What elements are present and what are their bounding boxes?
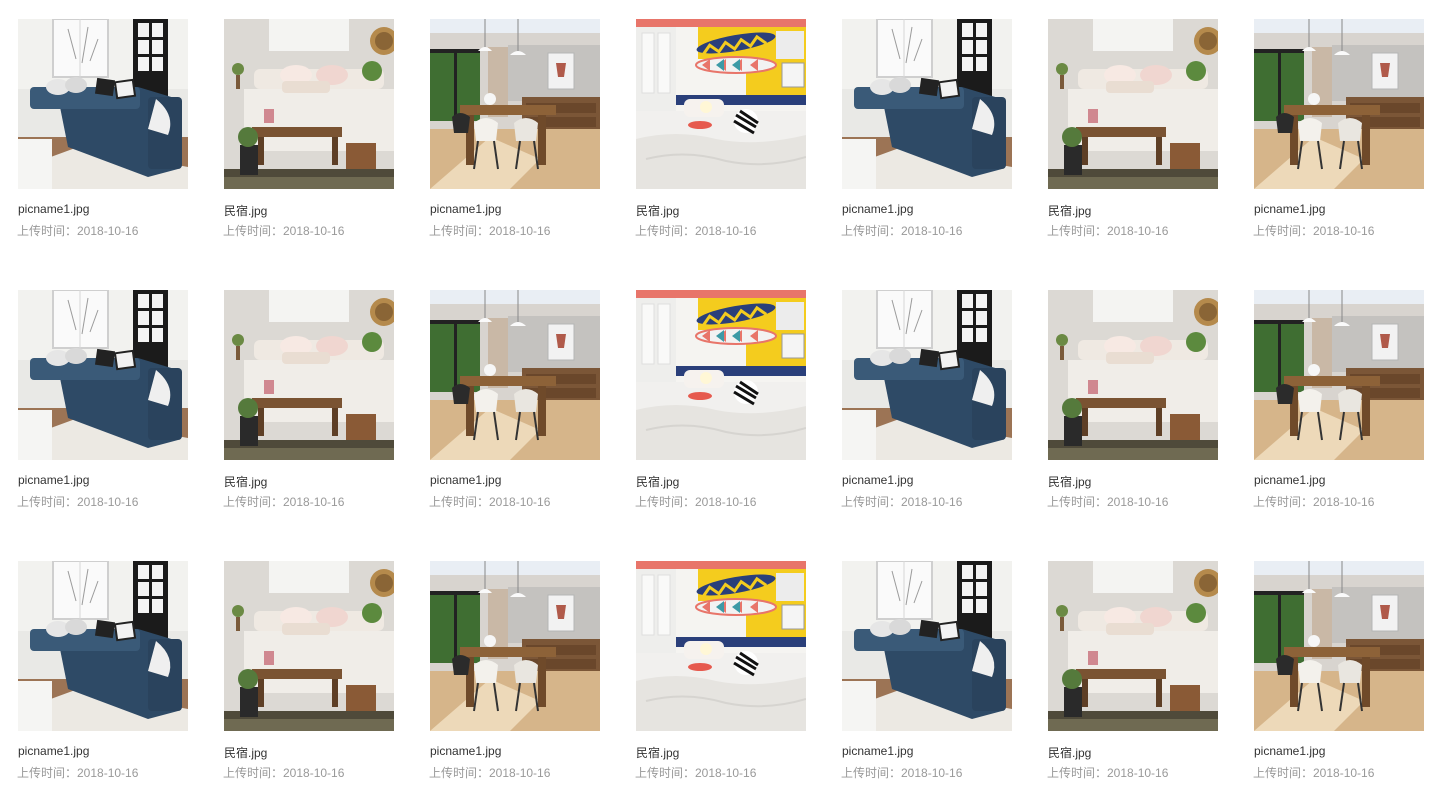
image-card[interactable]: 民宿.jpg 上传时间：2018-10-16 (635, 290, 812, 510)
file-name: picname1.jpg (430, 202, 502, 216)
image-card[interactable]: picname1.jpg 上传时间：2018-10-16 (17, 19, 194, 239)
file-name: picname1.jpg (18, 202, 90, 216)
image-thumbnail[interactable] (1048, 290, 1218, 460)
file-name: picname1.jpg (1254, 473, 1326, 487)
file-name: picname1.jpg (430, 473, 502, 487)
upload-time: 上传时间：2018-10-16 (841, 495, 963, 509)
image-thumbnail[interactable] (636, 561, 806, 731)
upload-time: 上传时间：2018-10-16 (17, 495, 139, 509)
image-thumbnail[interactable] (636, 290, 806, 460)
upload-time: 上传时间：2018-10-16 (429, 766, 551, 780)
file-name: 民宿.jpg (636, 204, 680, 218)
image-thumbnail[interactable] (842, 561, 1012, 731)
image-thumbnail[interactable] (430, 19, 600, 189)
image-card[interactable]: picname1.jpg 上传时间：2018-10-16 (429, 561, 606, 781)
file-name: 民宿.jpg (224, 475, 268, 489)
image-thumbnail[interactable] (1254, 561, 1424, 731)
image-card[interactable]: picname1.jpg 上传时间：2018-10-16 (429, 290, 606, 510)
upload-time: 上传时间：2018-10-16 (429, 495, 551, 509)
image-thumbnail[interactable] (18, 19, 188, 189)
upload-time: 上传时间：2018-10-16 (223, 495, 345, 509)
image-card[interactable]: picname1.jpg 上传时间：2018-10-16 (841, 561, 1018, 781)
upload-time: 上传时间：2018-10-16 (223, 766, 345, 780)
image-card[interactable]: 民宿.jpg 上传时间：2018-10-16 (223, 19, 400, 239)
image-thumbnail[interactable] (430, 290, 600, 460)
image-card[interactable]: picname1.jpg 上传时间：2018-10-16 (841, 19, 1018, 239)
image-card[interactable]: 民宿.jpg 上传时间：2018-10-16 (223, 290, 400, 510)
upload-time: 上传时间：2018-10-16 (841, 766, 963, 780)
image-card[interactable]: picname1.jpg 上传时间：2018-10-16 (429, 19, 606, 239)
upload-time: 上传时间：2018-10-16 (635, 224, 757, 238)
image-thumbnail[interactable] (224, 561, 394, 731)
image-card[interactable]: picname1.jpg 上传时间：2018-10-16 (17, 290, 194, 510)
file-name: 民宿.jpg (636, 475, 680, 489)
image-card[interactable]: 民宿.jpg 上传时间：2018-10-16 (1047, 290, 1224, 510)
upload-time: 上传时间：2018-10-16 (429, 224, 551, 238)
image-thumbnail[interactable] (1254, 19, 1424, 189)
upload-time: 上传时间：2018-10-16 (1253, 224, 1375, 238)
image-card[interactable]: picname1.jpg 上传时间：2018-10-16 (1253, 19, 1430, 239)
upload-time: 上传时间：2018-10-16 (1047, 224, 1169, 238)
image-thumbnail[interactable] (842, 290, 1012, 460)
file-name: picname1.jpg (18, 473, 90, 487)
image-card[interactable]: 民宿.jpg 上传时间：2018-10-16 (1047, 19, 1224, 239)
file-name: picname1.jpg (1254, 202, 1326, 216)
image-card[interactable]: picname1.jpg 上传时间：2018-10-16 (1253, 290, 1430, 510)
file-name: 民宿.jpg (1048, 475, 1092, 489)
image-card[interactable]: picname1.jpg 上传时间：2018-10-16 (17, 561, 194, 781)
image-thumbnail[interactable] (224, 19, 394, 189)
upload-time: 上传时间：2018-10-16 (1047, 766, 1169, 780)
image-thumbnail[interactable] (430, 561, 600, 731)
image-thumbnail[interactable] (1254, 290, 1424, 460)
image-thumbnail[interactable] (842, 19, 1012, 189)
image-card[interactable]: 民宿.jpg 上传时间：2018-10-16 (635, 561, 812, 781)
file-name: 民宿.jpg (1048, 204, 1092, 218)
image-card[interactable]: 民宿.jpg 上传时间：2018-10-16 (635, 19, 812, 239)
image-card[interactable]: 民宿.jpg 上传时间：2018-10-16 (1047, 561, 1224, 781)
image-card[interactable]: picname1.jpg 上传时间：2018-10-16 (841, 290, 1018, 510)
file-name: picname1.jpg (430, 744, 502, 758)
image-thumbnail[interactable] (636, 19, 806, 189)
file-name: 民宿.jpg (224, 746, 268, 760)
upload-time: 上传时间：2018-10-16 (1047, 495, 1169, 509)
image-thumbnail[interactable] (224, 290, 394, 460)
file-name: picname1.jpg (18, 744, 90, 758)
upload-time: 上传时间：2018-10-16 (17, 766, 139, 780)
upload-time: 上传时间：2018-10-16 (223, 224, 345, 238)
image-card[interactable]: picname1.jpg 上传时间：2018-10-16 (1253, 561, 1430, 781)
file-name: 民宿.jpg (636, 746, 680, 760)
upload-time: 上传时间：2018-10-16 (635, 495, 757, 509)
upload-time: 上传时间：2018-10-16 (1253, 766, 1375, 780)
image-card[interactable]: 民宿.jpg 上传时间：2018-10-16 (223, 561, 400, 781)
file-name: 民宿.jpg (1048, 746, 1092, 760)
image-thumbnail[interactable] (1048, 561, 1218, 731)
image-thumbnail[interactable] (18, 290, 188, 460)
file-name: 民宿.jpg (224, 204, 268, 218)
file-name: picname1.jpg (842, 744, 914, 758)
image-gallery-grid: picname1.jpg 上传时间：2018-10-16 民宿.jpg 上传时间：2… (0, 0, 1447, 803)
file-name: picname1.jpg (1254, 744, 1326, 758)
upload-time: 上传时间：2018-10-16 (635, 766, 757, 780)
image-thumbnail[interactable] (18, 561, 188, 731)
upload-time: 上传时间：2018-10-16 (17, 224, 139, 238)
upload-time: 上传时间：2018-10-16 (1253, 495, 1375, 509)
file-name: picname1.jpg (842, 202, 914, 216)
upload-time: 上传时间：2018-10-16 (841, 224, 963, 238)
image-thumbnail[interactable] (1048, 19, 1218, 189)
file-name: picname1.jpg (842, 473, 914, 487)
